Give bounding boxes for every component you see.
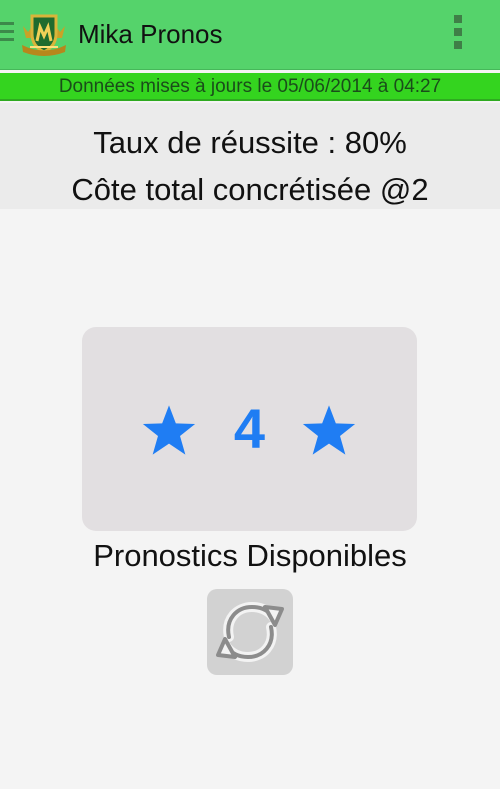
success-rate-text: Taux de réussite : 80% [93,125,407,160]
refresh-icon [216,601,284,663]
overflow-menu-icon[interactable] [454,15,462,53]
last-update-bar: Données mises à jours le 05/06/2014 à 04… [0,73,500,101]
refresh-button[interactable] [207,589,293,675]
pronostics-count: 4 [233,397,266,460]
pronostics-count-card[interactable]: 4 [82,327,417,531]
menu-icon[interactable] [0,22,14,46]
star-icon [302,405,356,455]
stats-panel: Taux de réussite : 80% Côte total concré… [0,103,500,209]
app-bar: Mika Pronos [0,0,500,70]
pronostics-available-label: Pronostics Disponibles [93,538,407,573]
app-title: Mika Pronos [78,19,223,49]
shield-crest-icon[interactable] [20,12,68,56]
total-odds-text: Côte total concrétisée @2 [71,172,429,207]
last-update-text: Données mises à jours le 05/06/2014 à 04… [58,76,442,97]
